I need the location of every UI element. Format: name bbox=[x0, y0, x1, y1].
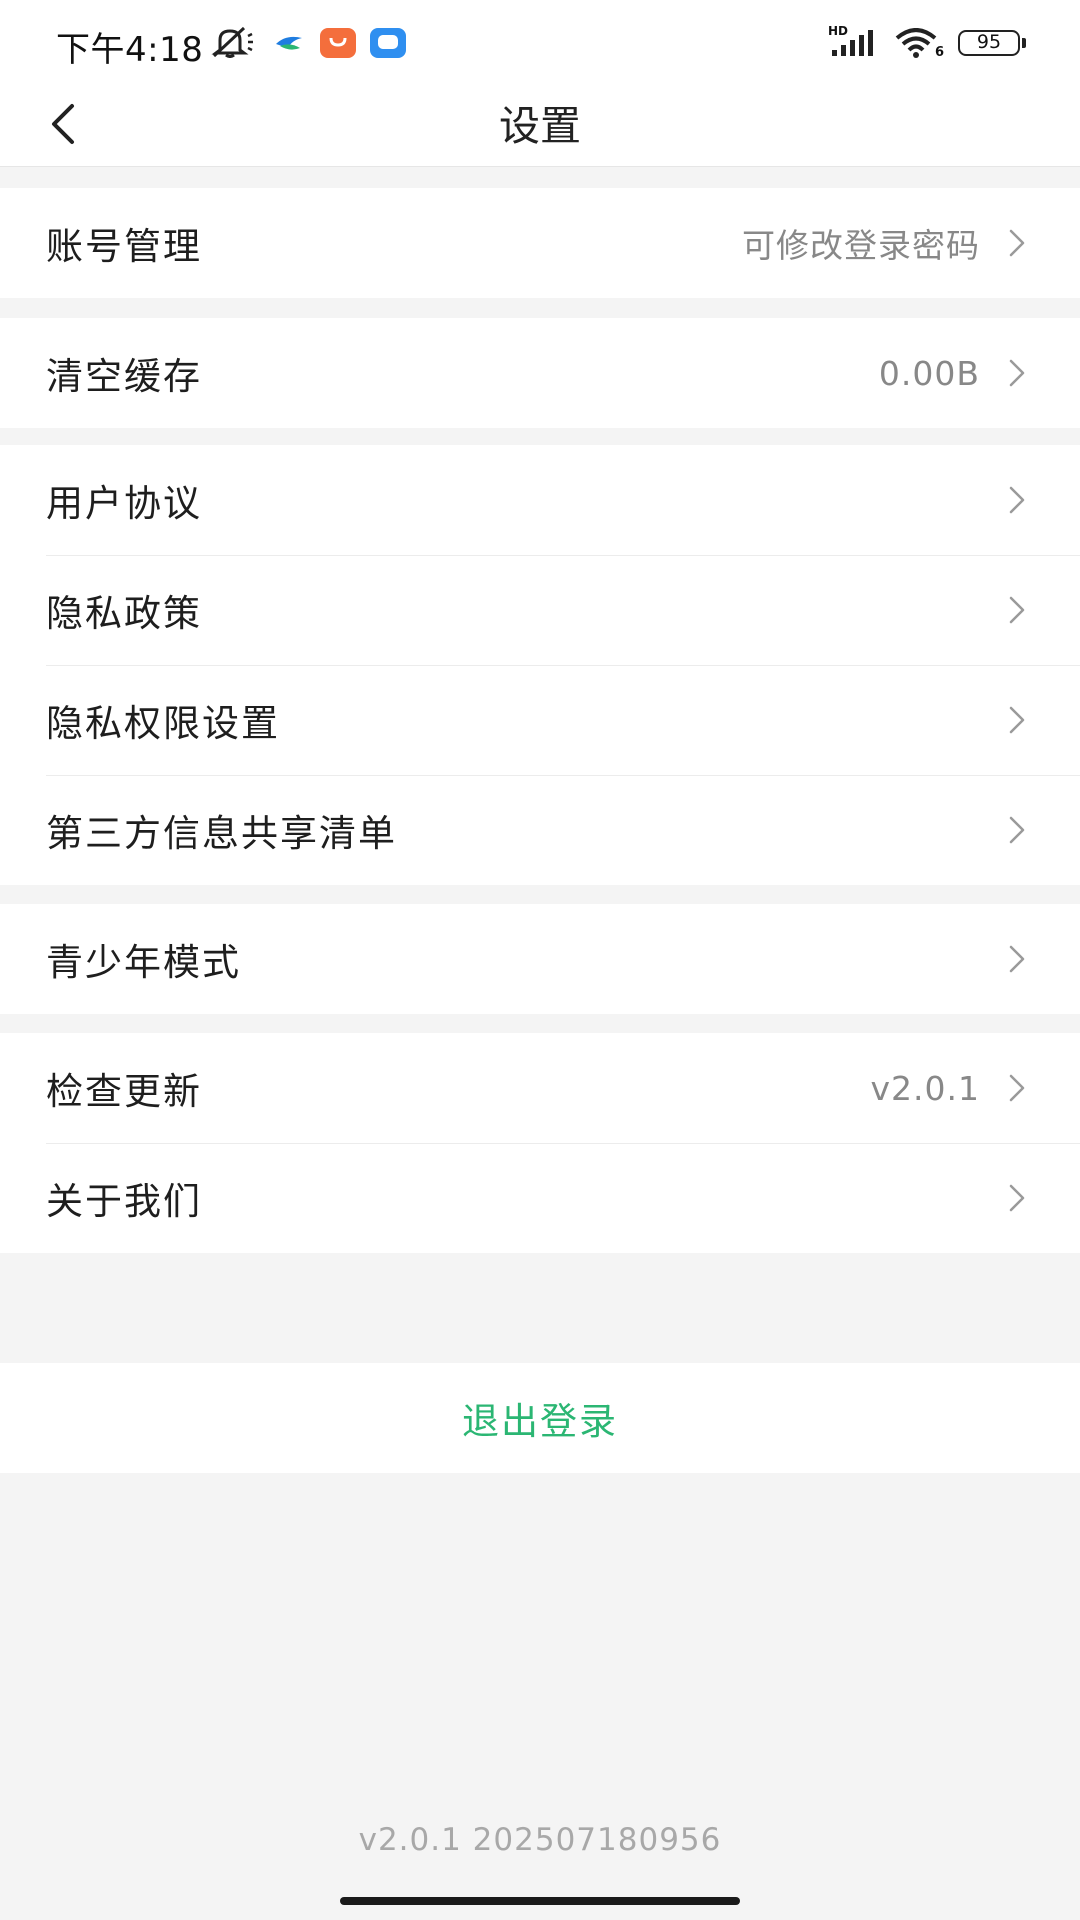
settings-group-privacy: 用户协议 隐私政策 隐私权限设置 第三方信息共享清单 bbox=[0, 445, 1080, 885]
chevron-right-icon bbox=[1006, 943, 1028, 975]
message-app-icon bbox=[370, 28, 406, 60]
wifi-icon: 6 bbox=[894, 28, 944, 60]
logout-label: 退出登录 bbox=[462, 1400, 618, 1443]
signal-icon: HD bbox=[828, 24, 880, 58]
mute-icon bbox=[210, 26, 256, 58]
settings-item-value: v2.0.1 bbox=[870, 1068, 980, 1108]
settings-group-cache: 清空缓存 0.00B bbox=[0, 318, 1080, 428]
settings-item-third-party-sharing[interactable]: 第三方信息共享清单 bbox=[0, 775, 1080, 885]
settings-group-about: 检查更新 v2.0.1 关于我们 bbox=[0, 1033, 1080, 1253]
status-bar: 下午4:18 HD 6 95 bbox=[0, 0, 1080, 84]
shopping-bag-app-icon bbox=[320, 28, 356, 60]
settings-item-label: 检查更新 bbox=[46, 1070, 202, 1113]
bird-app-icon bbox=[274, 26, 304, 58]
wifi-label: 6 bbox=[934, 45, 944, 60]
logout-button[interactable]: 退出登录 bbox=[0, 1363, 1080, 1473]
settings-item-label: 第三方信息共享清单 bbox=[46, 812, 397, 855]
chevron-right-icon bbox=[1006, 704, 1028, 736]
settings-item-about-us[interactable]: 关于我们 bbox=[0, 1143, 1080, 1253]
settings-item-privacy-permissions[interactable]: 隐私权限设置 bbox=[0, 665, 1080, 775]
chevron-right-icon bbox=[1006, 814, 1028, 846]
footer-version: v2.0.1 202507180956 bbox=[358, 1822, 722, 1858]
chevron-right-icon bbox=[1006, 1072, 1028, 1104]
settings-item-user-agreement[interactable]: 用户协议 bbox=[0, 445, 1080, 555]
page-title: 设置 bbox=[499, 102, 581, 150]
chevron-right-icon bbox=[1006, 1182, 1028, 1214]
status-time: 下午4:18 bbox=[56, 30, 204, 70]
settings-group-account: 账号管理 可修改登录密码 bbox=[0, 188, 1080, 298]
settings-item-label: 关于我们 bbox=[46, 1180, 202, 1223]
settings-item-label: 清空缓存 bbox=[46, 355, 202, 398]
settings-item-label: 隐私政策 bbox=[46, 592, 202, 635]
settings-item-label: 隐私权限设置 bbox=[46, 702, 280, 745]
nav-bar: 设置 bbox=[0, 84, 1080, 167]
settings-item-youth-mode[interactable]: 青少年模式 bbox=[0, 904, 1080, 1014]
battery-icon: 95 bbox=[958, 30, 1026, 56]
settings-item-value: 0.00B bbox=[878, 353, 980, 393]
chevron-right-icon bbox=[1006, 227, 1028, 259]
settings-item-label: 账号管理 bbox=[46, 225, 202, 268]
settings-item-label: 青少年模式 bbox=[46, 941, 241, 984]
chevron-right-icon bbox=[1006, 594, 1028, 626]
settings-item-clear-cache[interactable]: 清空缓存 0.00B bbox=[0, 318, 1080, 428]
settings-item-account-management[interactable]: 账号管理 可修改登录密码 bbox=[0, 188, 1080, 298]
settings-group-youth: 青少年模式 bbox=[0, 904, 1080, 1014]
chevron-right-icon bbox=[1006, 357, 1028, 389]
settings-item-label: 用户协议 bbox=[46, 482, 202, 525]
settings-item-privacy-policy[interactable]: 隐私政策 bbox=[0, 555, 1080, 665]
settings-item-value: 可修改登录密码 bbox=[742, 226, 980, 265]
chevron-right-icon bbox=[1006, 484, 1028, 516]
settings-item-check-update[interactable]: 检查更新 v2.0.1 bbox=[0, 1033, 1080, 1143]
status-right: HD 6 95 bbox=[828, 24, 1026, 60]
home-indicator[interactable] bbox=[340, 1897, 740, 1905]
